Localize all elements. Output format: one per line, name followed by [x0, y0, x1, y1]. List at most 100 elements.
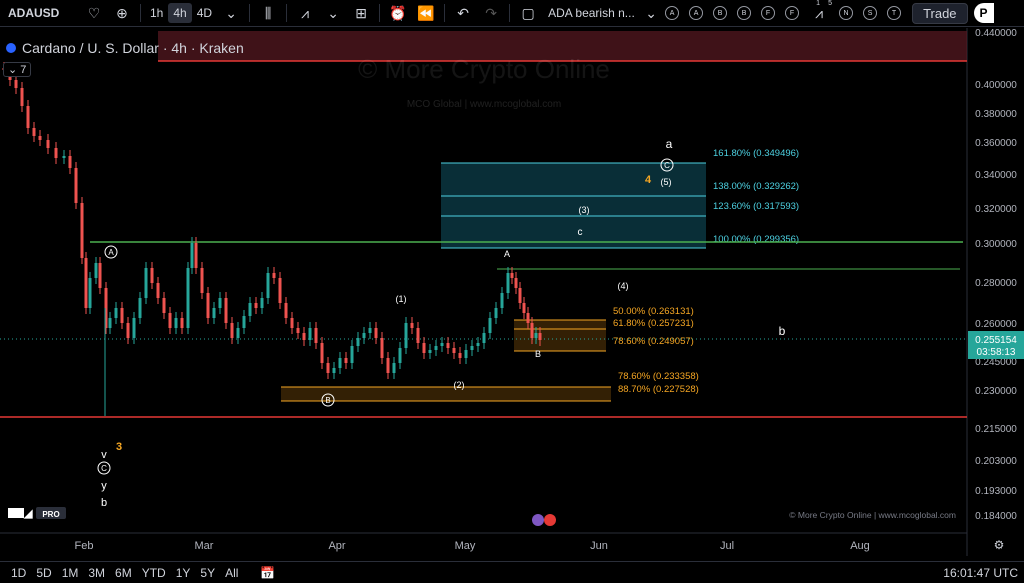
- candle-body: [434, 346, 438, 350]
- chevron-down-icon[interactable]: ⌄: [319, 0, 347, 27]
- templates-grid-icon[interactable]: ⊞: [347, 0, 375, 27]
- drawing-button-s[interactable]: S: [863, 6, 878, 20]
- candle-body: [174, 318, 178, 328]
- drawing-button-a2[interactable]: A: [689, 6, 704, 20]
- candle-body: [452, 348, 456, 353]
- symbol-search-button[interactable]: ADAUSD: [0, 0, 80, 27]
- chart-area[interactable]: © More Crypto Online MCO Global | www.mc…: [0, 28, 1024, 556]
- chart-canvas[interactable]: © More Crypto Online MCO Global | www.mc…: [0, 28, 1024, 556]
- candle-body: [114, 308, 118, 318]
- wave-label-a-top: a: [666, 137, 673, 151]
- time-tick-label: Jun: [590, 540, 608, 552]
- range-5d[interactable]: 5D: [31, 566, 56, 580]
- price-tick-label: 0.440000: [975, 28, 1017, 39]
- candle-body: [194, 243, 198, 268]
- layout-square-icon[interactable]: ▢: [514, 0, 542, 27]
- candle-body: [180, 318, 184, 328]
- candle-body: [296, 328, 300, 333]
- range-3m[interactable]: 3M: [83, 566, 110, 580]
- date-range-calendar-icon[interactable]: 📅: [255, 566, 280, 580]
- wave-label-4-paren: (4): [618, 281, 629, 291]
- trade-button[interactable]: Trade: [912, 2, 968, 24]
- divider: [444, 4, 446, 22]
- candle-body: [314, 328, 318, 343]
- candle-body: [308, 328, 312, 340]
- chevron-down-icon[interactable]: ⌄: [217, 0, 245, 27]
- candle-body: [332, 368, 336, 373]
- range-1m[interactable]: 1M: [57, 566, 84, 580]
- candle-body: [272, 273, 276, 278]
- candle-body: [494, 308, 498, 318]
- price-tick-label: 0.400000: [975, 80, 1017, 91]
- drawing-button-t[interactable]: T: [887, 6, 902, 20]
- candle-body: [534, 333, 538, 338]
- range-5y[interactable]: 5Y: [195, 566, 220, 580]
- candle-body: [510, 273, 514, 278]
- indicator-count: 7: [20, 64, 27, 76]
- wave-pattern-icon[interactable]: ⩘ 1 5: [804, 0, 834, 27]
- candle-body: [32, 128, 36, 136]
- event-icon-1[interactable]: [532, 514, 544, 526]
- drawing-button-a1[interactable]: A: [665, 6, 680, 20]
- chevron-down-icon[interactable]: ⌄: [642, 0, 660, 27]
- replay-icon[interactable]: ⏪: [412, 0, 440, 27]
- divider: [509, 4, 511, 22]
- candle-body: [392, 363, 396, 373]
- range-ytd[interactable]: YTD: [137, 566, 171, 580]
- indicators-icon[interactable]: ⩘: [291, 0, 319, 27]
- layout-name-button[interactable]: ADA bearish n...: [542, 0, 642, 27]
- time-tick-label: Aug: [850, 540, 870, 552]
- candle-body: [230, 323, 234, 338]
- drawing-button-b1[interactable]: B: [713, 6, 728, 20]
- timeframe-4d[interactable]: 4D: [192, 0, 217, 27]
- candle-body: [138, 298, 142, 318]
- timeframe-4h[interactable]: 4h: [168, 3, 192, 23]
- heart-shield-icon[interactable]: ♡: [80, 0, 108, 27]
- timeframe-1h[interactable]: 1h: [145, 0, 168, 27]
- wave-label-3-orange: 3: [116, 441, 122, 453]
- wave-label-A-circle: A: [108, 248, 114, 257]
- wave-label-c-small: c: [578, 227, 583, 238]
- utc-clock[interactable]: 16:01:47 UTC: [943, 566, 1018, 580]
- candle-body: [150, 268, 154, 283]
- publish-button[interactable]: P: [973, 3, 994, 23]
- candle-body: [380, 338, 384, 358]
- chart-legend[interactable]: Cardano / U. S. Dollar · 4h · Kraken: [6, 40, 244, 56]
- settings-gear-icon[interactable]: ⚙: [994, 538, 1005, 552]
- indicator-collapse-button[interactable]: ⌄ 7: [3, 62, 32, 77]
- wave-label-B-small: B: [535, 349, 541, 359]
- event-icon-2[interactable]: [544, 514, 556, 526]
- candle-body: [422, 343, 426, 353]
- drawing-button-f1[interactable]: F: [761, 6, 776, 20]
- drawing-button-b2[interactable]: B: [737, 6, 752, 20]
- wave-label-B-circle: B: [325, 396, 330, 405]
- candle-body: [120, 308, 124, 323]
- divider: [286, 4, 288, 22]
- candle-body: [162, 298, 166, 313]
- candle-body: [206, 293, 210, 318]
- range-6m[interactable]: 6M: [110, 566, 137, 580]
- tradingview-logo[interactable]: ◢ PRO: [8, 507, 66, 520]
- range-1d[interactable]: 1D: [6, 566, 31, 580]
- undo-icon[interactable]: ↶: [449, 0, 477, 27]
- candle-body: [212, 308, 216, 318]
- price-axis[interactable]: 0.440000 0.400000 0.380000 0.360000 0.340000…: [975, 28, 1017, 522]
- range-1y[interactable]: 1Y: [171, 566, 196, 580]
- drawing-button-n[interactable]: N: [839, 6, 854, 20]
- candle-body: [132, 318, 136, 338]
- time-axis[interactable]: Feb Mar Apr May Jun Jul Aug: [75, 540, 870, 552]
- candle-body: [88, 278, 92, 308]
- candle-body: [190, 243, 194, 268]
- price-tick-label: 0.215000: [975, 424, 1017, 435]
- redo-icon[interactable]: ↷: [477, 0, 505, 27]
- divider: [379, 4, 381, 22]
- candle-body: [464, 350, 468, 358]
- drawing-button-f2[interactable]: F: [785, 6, 800, 20]
- range-all[interactable]: All: [220, 566, 243, 580]
- watermark-main: © More Crypto Online: [358, 54, 610, 84]
- candles-icon[interactable]: ⫼: [254, 0, 282, 27]
- alert-clock-icon[interactable]: ⏰: [384, 0, 412, 27]
- add-symbol-icon[interactable]: ⊕: [108, 0, 136, 27]
- candle-body: [344, 358, 348, 363]
- candle-body: [168, 313, 172, 328]
